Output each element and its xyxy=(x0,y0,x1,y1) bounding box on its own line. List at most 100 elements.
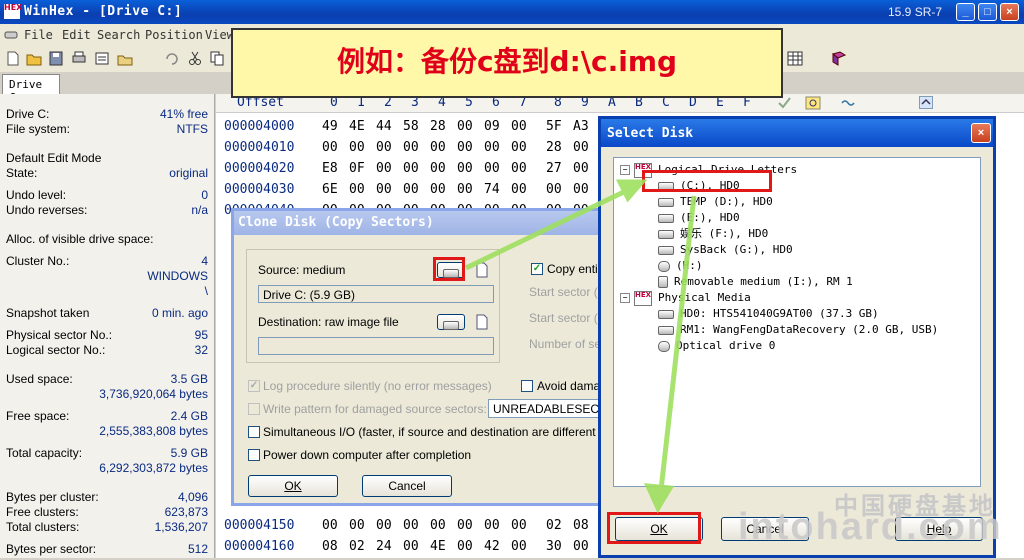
hex-byte[interactable]: 08 xyxy=(322,539,338,554)
maximize-button[interactable]: □ xyxy=(978,3,997,21)
tree-item-drive-d[interactable]: TEMP (D:), HD0 xyxy=(658,194,773,210)
find-icon[interactable] xyxy=(805,95,821,110)
tree-item-drive-i[interactable]: Removable medium (I:), RM 1 xyxy=(658,274,853,290)
hex-byte[interactable]: 00 xyxy=(511,518,527,533)
tree-item-drive-e[interactable]: (E:), HD0 xyxy=(658,210,740,226)
hex-byte[interactable]: 00 xyxy=(573,140,589,155)
hex-byte[interactable]: 00 xyxy=(349,182,365,197)
clone-ok-button[interactable]: OK xyxy=(248,475,338,497)
tree-item-drive-h[interactable]: (H:) xyxy=(658,258,703,274)
menu-search[interactable]: Search xyxy=(97,28,140,42)
tree-group-physical[interactable]: − HEX Physical Media xyxy=(620,290,751,306)
select-close-button[interactable]: × xyxy=(971,123,991,143)
print-icon[interactable] xyxy=(70,50,88,67)
hex-byte[interactable]: 00 xyxy=(511,182,527,197)
pattern-input[interactable]: UNREADABLESECTO xyxy=(488,399,615,418)
new-file-icon[interactable] xyxy=(4,50,22,67)
hex-byte[interactable]: 00 xyxy=(457,182,473,197)
hex-byte[interactable]: 00 xyxy=(573,539,589,554)
tree-item-drive-g[interactable]: SysBack (G:), HD0 xyxy=(658,242,793,258)
hex-byte[interactable]: 00 xyxy=(430,182,446,197)
hex-byte[interactable]: 00 xyxy=(322,140,338,155)
hex-byte[interactable]: 28 xyxy=(546,140,562,155)
wave-icon[interactable] xyxy=(840,95,856,110)
minimize-button[interactable]: _ xyxy=(956,3,975,21)
hex-byte[interactable]: 58 xyxy=(403,119,419,134)
hex-byte[interactable]: 6E xyxy=(322,182,338,197)
hex-byte[interactable]: 00 xyxy=(457,518,473,533)
hex-byte[interactable]: 09 xyxy=(484,119,500,134)
hex-byte[interactable]: 00 xyxy=(403,539,419,554)
hex-byte[interactable]: 00 xyxy=(430,518,446,533)
hex-byte[interactable]: A3 xyxy=(573,119,589,134)
hex-byte[interactable]: 4E xyxy=(430,539,446,554)
menu-file[interactable]: File xyxy=(24,28,53,42)
open-folder-icon[interactable] xyxy=(25,50,43,67)
hex-byte[interactable]: 5F xyxy=(546,119,562,134)
hex-byte[interactable]: 00 xyxy=(484,518,500,533)
close-button[interactable]: × xyxy=(1000,3,1019,21)
hex-byte[interactable]: 00 xyxy=(376,182,392,197)
log-silently-checkbox[interactable]: ✓ xyxy=(248,380,260,392)
hex-byte[interactable]: 00 xyxy=(511,140,527,155)
hex-byte[interactable]: 08 xyxy=(573,518,589,533)
hex-byte[interactable]: 00 xyxy=(546,182,562,197)
menu-position[interactable]: Position xyxy=(145,28,203,42)
menu-edit[interactable]: Edit xyxy=(62,28,91,42)
hex-byte[interactable]: 00 xyxy=(430,161,446,176)
hex-byte[interactable]: 24 xyxy=(376,539,392,554)
hex-byte[interactable]: 44 xyxy=(376,119,392,134)
hex-byte[interactable]: 30 xyxy=(546,539,562,554)
hex-byte[interactable]: 00 xyxy=(430,140,446,155)
hex-byte[interactable]: 02 xyxy=(349,539,365,554)
hex-byte[interactable]: E8 xyxy=(322,161,338,176)
hex-byte[interactable]: 00 xyxy=(376,518,392,533)
hex-byte[interactable]: 00 xyxy=(322,518,338,533)
hex-byte[interactable]: 00 xyxy=(511,161,527,176)
source-field[interactable]: Drive C: (5.9 GB) xyxy=(258,285,494,303)
hex-byte[interactable]: 00 xyxy=(403,518,419,533)
tree-item-optical[interactable]: Optical drive 0 xyxy=(658,338,775,354)
hex-byte[interactable]: 00 xyxy=(484,140,500,155)
hex-byte[interactable]: 00 xyxy=(457,161,473,176)
disk-menu-icon[interactable] xyxy=(4,29,18,41)
collapse-icon[interactable]: − xyxy=(620,293,630,303)
hex-byte[interactable]: 00 xyxy=(511,539,527,554)
hex-byte[interactable]: 00 xyxy=(376,161,392,176)
cut-icon[interactable] xyxy=(186,50,204,67)
save-icon[interactable] xyxy=(47,50,65,67)
open-disk-icon[interactable] xyxy=(116,50,134,67)
write-pattern-checkbox[interactable] xyxy=(248,403,260,415)
copy-icon[interactable] xyxy=(208,50,226,67)
hex-byte[interactable]: 00 xyxy=(573,182,589,197)
hex-byte[interactable]: 74 xyxy=(484,182,500,197)
hex-byte[interactable]: 49 xyxy=(322,119,338,134)
avoid-damage-checkbox[interactable] xyxy=(521,380,533,392)
hex-byte[interactable]: 00 xyxy=(457,119,473,134)
simultaneous-io-checkbox[interactable] xyxy=(248,426,260,438)
hex-byte[interactable]: 00 xyxy=(403,161,419,176)
hex-byte[interactable]: 0F xyxy=(349,161,365,176)
hex-byte[interactable]: 00 xyxy=(573,161,589,176)
hex-byte[interactable]: 00 xyxy=(484,161,500,176)
hex-byte[interactable]: 4E xyxy=(349,119,365,134)
hex-byte[interactable]: 27 xyxy=(546,161,562,176)
properties-icon[interactable] xyxy=(93,50,111,67)
copy-entire-checkbox[interactable]: ✓ xyxy=(531,263,543,275)
destination-file-icon[interactable] xyxy=(473,313,491,331)
book-icon[interactable] xyxy=(830,50,848,67)
hex-byte[interactable]: 02 xyxy=(546,518,562,533)
hex-byte[interactable]: 00 xyxy=(403,140,419,155)
hex-byte[interactable]: 00 xyxy=(349,140,365,155)
tab-drive-c[interactable]: Drive C: xyxy=(2,74,60,104)
tree-item-rm1[interactable]: RM1: WangFengDataRecovery (2.0 GB, USB) xyxy=(658,322,938,338)
clone-cancel-button[interactable]: Cancel xyxy=(362,475,452,497)
menu-view[interactable]: View xyxy=(205,28,234,42)
source-file-icon[interactable] xyxy=(473,261,491,279)
hex-byte[interactable]: 42 xyxy=(484,539,500,554)
hex-byte[interactable]: 00 xyxy=(349,518,365,533)
tree-item-drive-f[interactable]: 娱乐 (F:), HD0 xyxy=(658,226,768,242)
hex-byte[interactable]: 00 xyxy=(511,119,527,134)
hex-byte[interactable]: 00 xyxy=(403,182,419,197)
power-down-checkbox[interactable] xyxy=(248,449,260,461)
